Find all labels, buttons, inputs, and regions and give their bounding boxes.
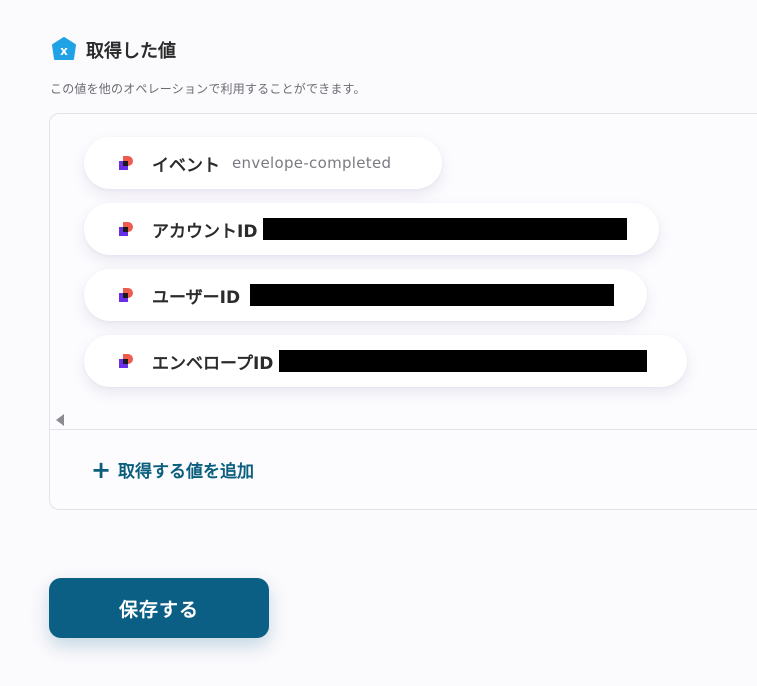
x-hexagon-icon: x xyxy=(50,36,78,64)
section-description: この値を他のオペレーションで利用することができます。 xyxy=(50,82,366,96)
add-value-button[interactable]: + 取得する値を追加 xyxy=(90,455,254,484)
value-chip-event[interactable]: イベント envelope-completed xyxy=(84,137,442,189)
value-label: アカウントID xyxy=(152,221,258,242)
divider xyxy=(50,429,757,430)
section-title: 取得した値 xyxy=(86,41,176,62)
app-logo-icon xyxy=(116,285,136,305)
value-label: ユーザーID xyxy=(152,287,241,308)
app-logo-icon xyxy=(116,153,136,173)
values-panel: イベント envelope-completed アカウントID ユーザーID エ… xyxy=(49,113,757,510)
section-header: x 取得した値 xyxy=(50,36,176,64)
app-logo-icon xyxy=(116,351,136,371)
app-logo-icon xyxy=(116,219,136,239)
plus-icon: + xyxy=(90,455,112,484)
redacted-value xyxy=(279,350,648,372)
svg-text:x: x xyxy=(60,44,68,58)
value-chip-envelope-id[interactable]: エンベロープID xyxy=(84,335,687,387)
save-button[interactable]: 保存する xyxy=(49,578,269,638)
value-chip-user-id[interactable]: ユーザーID xyxy=(84,269,647,321)
redacted-value xyxy=(250,284,615,306)
redacted-value xyxy=(263,218,628,240)
scroll-left-arrow-icon[interactable] xyxy=(56,414,64,426)
value-label: イベント xyxy=(152,155,220,176)
value-text: envelope-completed xyxy=(232,154,392,172)
value-label: エンベロープID xyxy=(152,353,274,374)
add-value-label: 取得する値を追加 xyxy=(118,462,254,482)
value-chip-account-id[interactable]: アカウントID xyxy=(84,203,659,255)
